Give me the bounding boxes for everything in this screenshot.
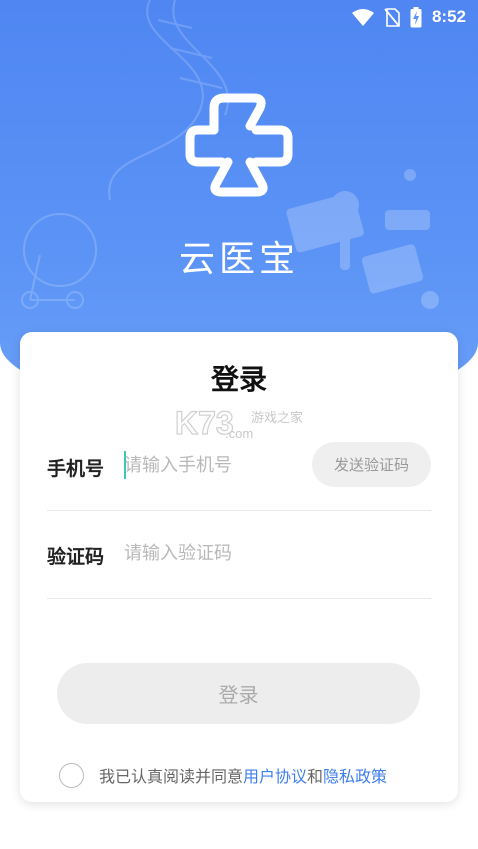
text-caret (124, 451, 126, 479)
code-label: 验证码 (47, 546, 105, 568)
cross-clover-logo (185, 93, 293, 197)
battery-charging-icon (410, 6, 422, 28)
login-card: 登录 K73 游戏之家 .com 手机号 发送验证码 验证码 登录 我已认真阅读… (20, 332, 458, 802)
privacy-policy-link[interactable]: 隐私政策 (323, 763, 387, 787)
login-button[interactable]: 登录 (57, 663, 420, 724)
phone-row: 手机号 发送验证码 (47, 422, 431, 511)
phone-label: 手机号 (47, 458, 105, 480)
status-bar: 8:52 (0, 0, 478, 34)
agreement-prefix: 我已认真阅读并同意 (99, 767, 244, 786)
wifi-icon (351, 8, 374, 26)
phone-input[interactable] (124, 450, 314, 480)
app-name: 云医宝 (178, 239, 299, 280)
agreement-row: 我已认真阅读并同意 用户协议 和 隐私政策 (59, 760, 387, 790)
status-time: 8:52 (431, 7, 466, 26)
code-input[interactable] (124, 538, 314, 568)
code-row: 验证码 (47, 510, 431, 599)
user-agreement-link[interactable]: 用户协议 (243, 763, 307, 787)
no-sim-icon (384, 7, 400, 27)
agreement-checkbox[interactable] (59, 762, 84, 788)
send-code-button[interactable]: 发送验证码 (312, 442, 431, 487)
login-title: 登录 (210, 363, 267, 396)
agreement-and: 和 (307, 767, 324, 786)
